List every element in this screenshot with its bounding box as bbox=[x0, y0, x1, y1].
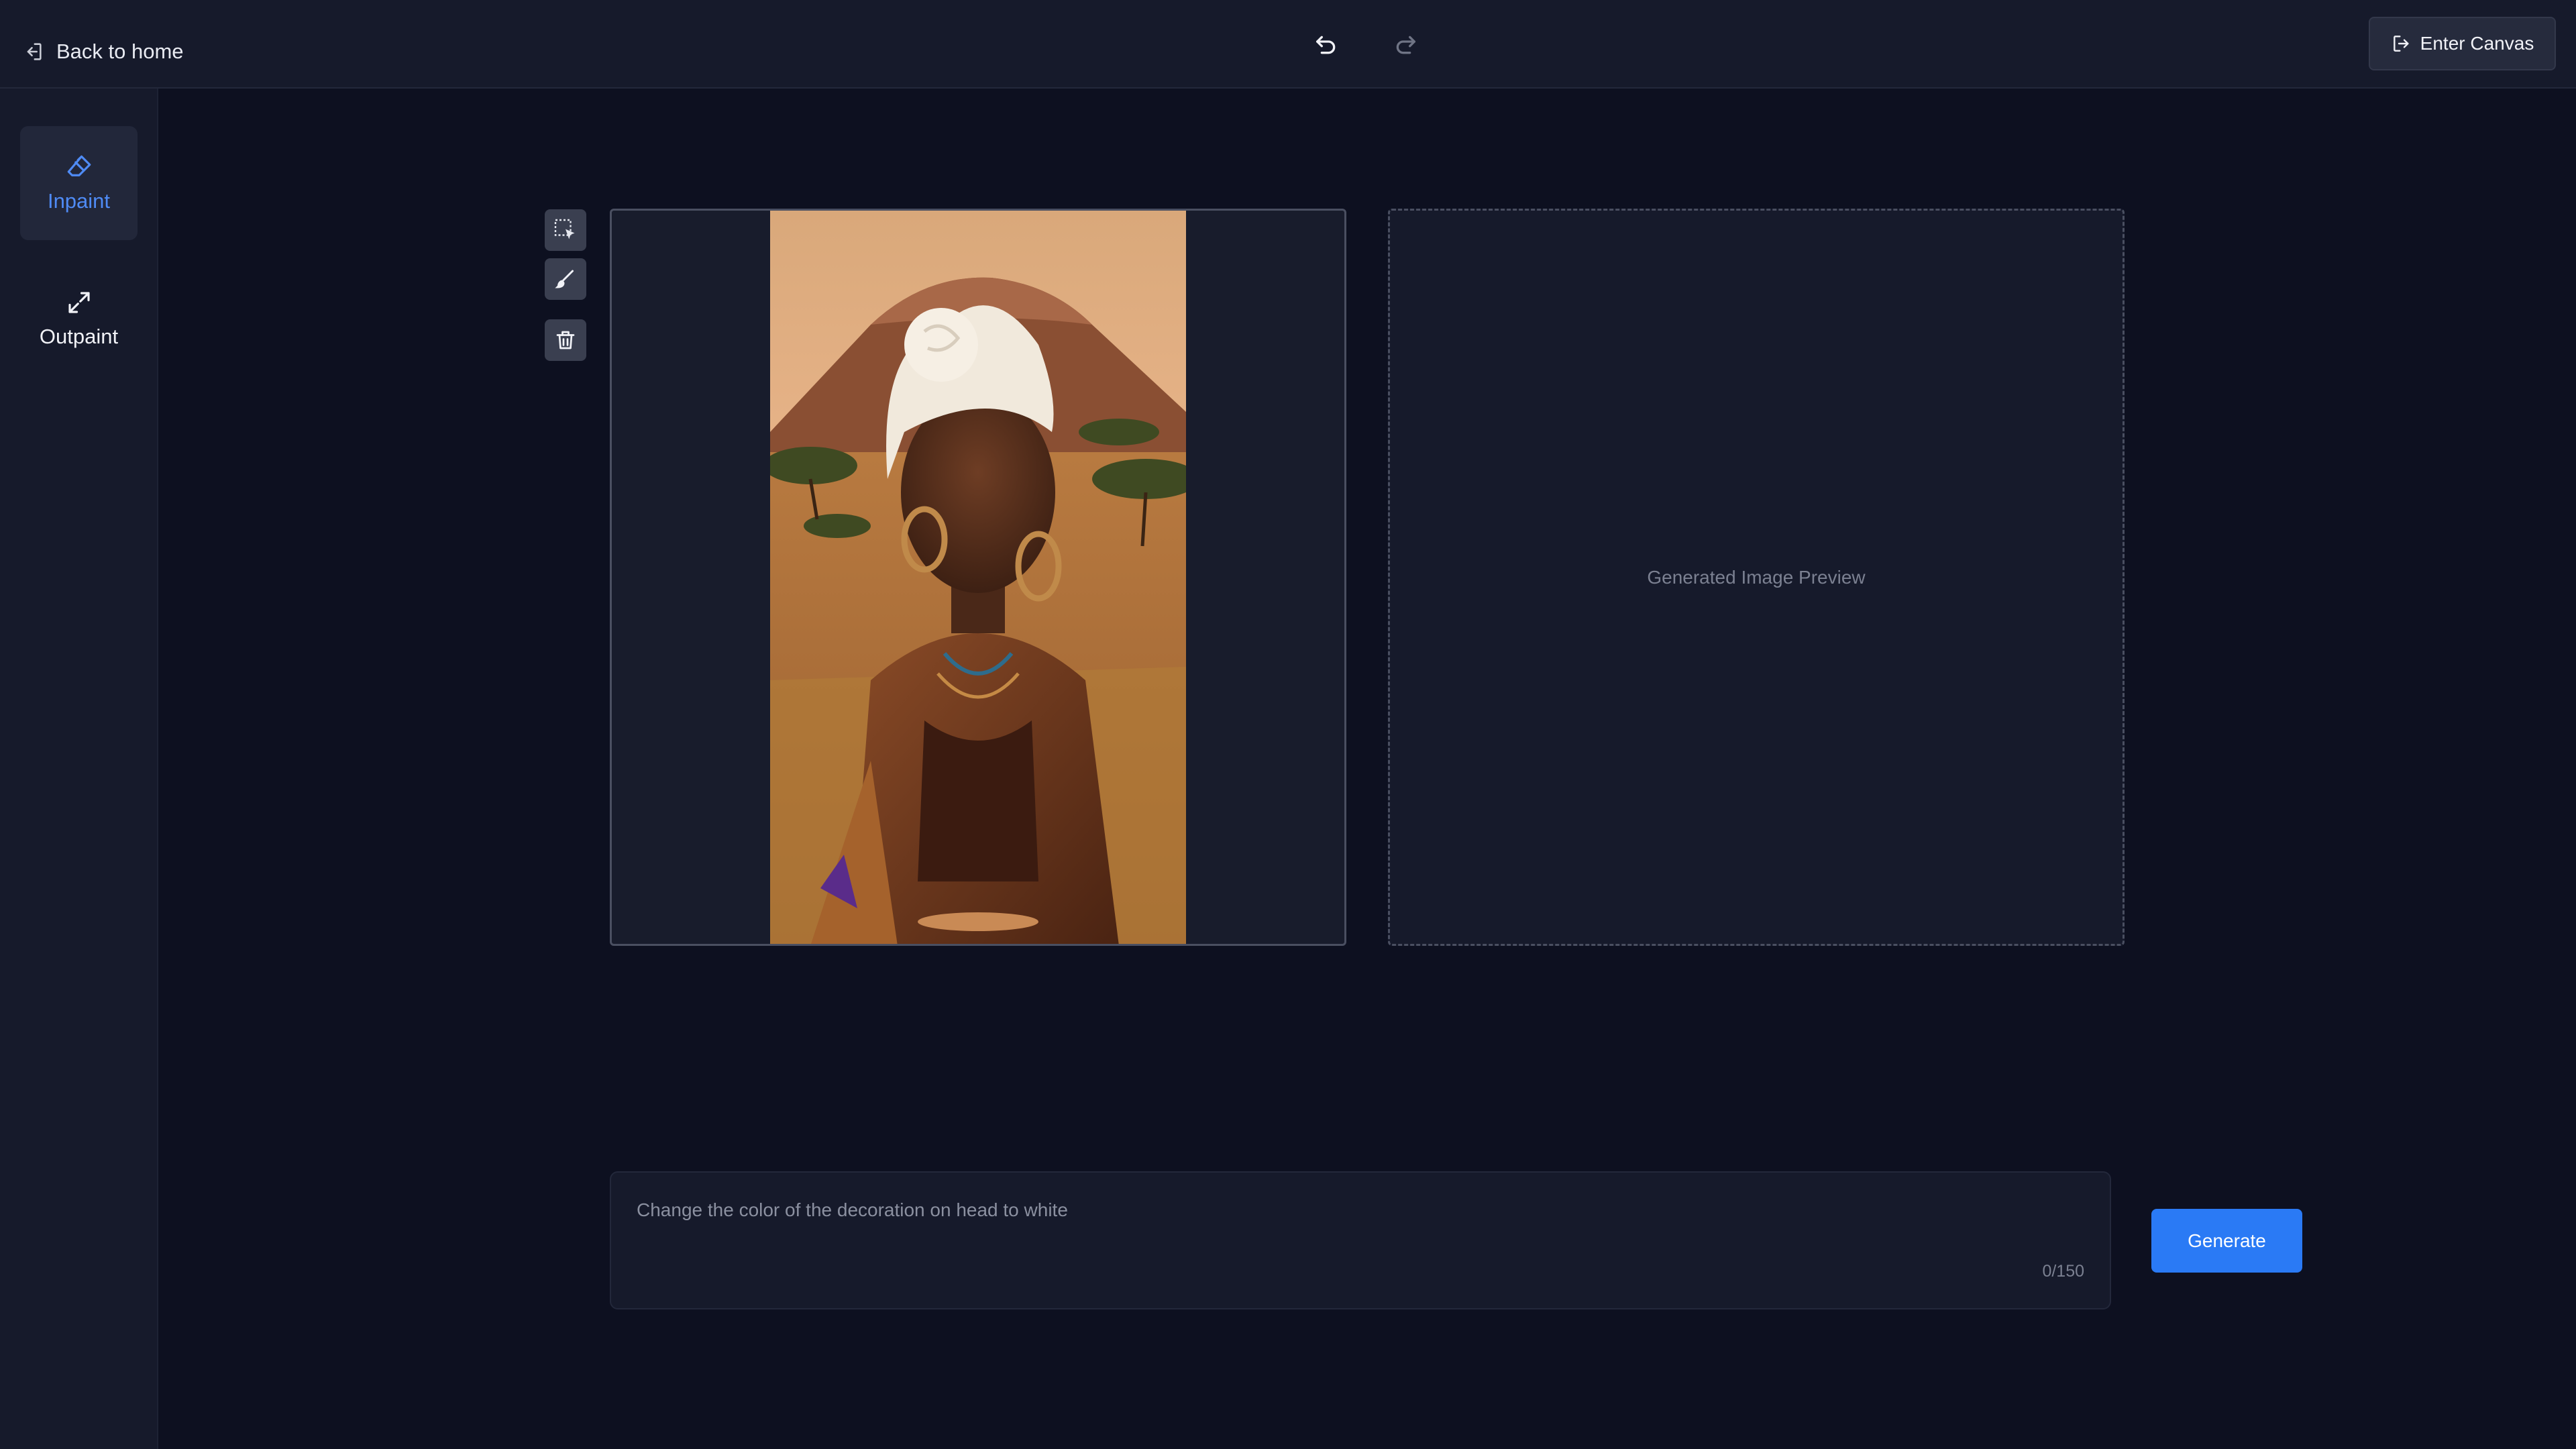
brush-eraser-icon bbox=[67, 155, 91, 176]
exit-right-icon bbox=[2393, 36, 2409, 52]
back-to-home-link[interactable]: Back to home bbox=[21, 35, 184, 68]
brush-tool-button[interactable] bbox=[545, 258, 586, 300]
sidebar-item-inpaint[interactable]: Inpaint bbox=[20, 126, 138, 240]
prompt-input[interactable] bbox=[635, 1198, 2080, 1275]
sidebar: Inpaint Outpaint bbox=[0, 89, 158, 1449]
portrait-photo bbox=[770, 211, 1186, 944]
selection-tool-button[interactable] bbox=[545, 209, 586, 251]
undo-icon bbox=[1316, 36, 1336, 54]
redo-icon bbox=[1396, 36, 1415, 54]
char-counter: 0/150 bbox=[2042, 1262, 2084, 1281]
enter-canvas-label: Enter Canvas bbox=[2420, 33, 2534, 54]
source-image[interactable] bbox=[770, 211, 1186, 944]
back-to-home-label: Back to home bbox=[56, 40, 184, 63]
prompt-box: 0/150 bbox=[610, 1171, 2111, 1309]
selection-cursor-icon bbox=[554, 219, 575, 239]
sidebar-item-label: Outpaint bbox=[39, 325, 119, 348]
exit-left-icon bbox=[27, 43, 42, 60]
generate-button[interactable]: Generate bbox=[2151, 1209, 2302, 1273]
sidebar-item-label: Inpaint bbox=[47, 189, 111, 213]
trash-icon bbox=[556, 331, 575, 350]
editor-canvas[interactable] bbox=[610, 209, 1346, 946]
generated-image-preview: Generated Image Preview bbox=[1388, 209, 2125, 946]
redo-button[interactable] bbox=[1387, 27, 1424, 63]
delete-tool-button[interactable] bbox=[545, 319, 586, 361]
undo-button[interactable] bbox=[1308, 27, 1344, 63]
preview-placeholder-label: Generated Image Preview bbox=[1647, 566, 1866, 588]
brush-icon bbox=[555, 270, 574, 288]
sidebar-item-outpaint[interactable]: Outpaint bbox=[20, 262, 138, 376]
expand-icon bbox=[68, 292, 90, 313]
enter-canvas-button[interactable]: Enter Canvas bbox=[2369, 17, 2556, 70]
top-bar: Back to home Enter Canvas bbox=[0, 0, 2576, 89]
